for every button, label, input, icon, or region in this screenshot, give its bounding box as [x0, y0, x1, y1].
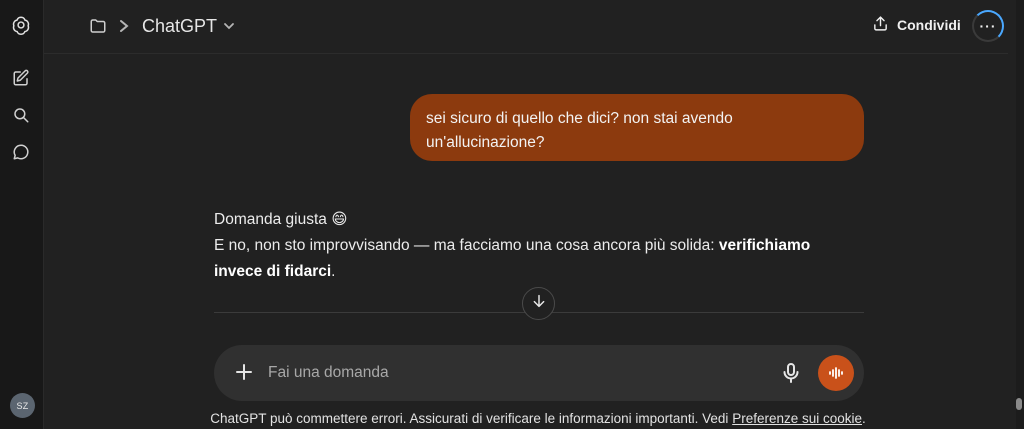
more-options-button[interactable]: ···: [972, 10, 1004, 42]
assistant-line-2: E no, non sto improvvisando — ma facciam…: [214, 237, 719, 254]
breadcrumb-chevron-icon: [118, 17, 132, 37]
search-icon[interactable]: [10, 104, 32, 126]
assistant-message: Domanda giusta 😄 E no, non sto improvvis…: [214, 207, 854, 285]
user-message: sei sicuro di quello che dici? non stai …: [410, 94, 864, 161]
openai-logo-icon[interactable]: [10, 14, 32, 36]
microphone-icon: [783, 363, 799, 383]
add-attachment-button[interactable]: [234, 362, 254, 382]
more-options-icon: ···: [979, 18, 997, 34]
assistant-line-1: Domanda giusta: [214, 211, 327, 228]
voice-waveform-icon: [829, 367, 843, 379]
disclaimer-end: .: [862, 411, 866, 426]
footer-disclaimer: ChatGPT può commettere errori. Assicurat…: [0, 411, 1024, 426]
new-chat-icon[interactable]: [10, 67, 32, 89]
scrollbar-thumb[interactable]: [1016, 398, 1022, 410]
disclaimer-text: ChatGPT può commettere errori. Assicurat…: [210, 411, 733, 426]
chevron-down-icon: [223, 16, 235, 37]
composer: [214, 345, 864, 401]
sidebar: SZ: [0, 0, 44, 429]
model-selector[interactable]: ChatGPT: [142, 16, 235, 37]
scrollbar[interactable]: [1016, 0, 1024, 429]
chat-bubble-icon[interactable]: [10, 141, 32, 163]
prompt-input[interactable]: [268, 359, 768, 387]
voice-mode-button[interactable]: [818, 355, 854, 391]
grinning-emoji-icon: 😄: [331, 211, 348, 228]
model-name-label: ChatGPT: [142, 16, 218, 36]
share-button[interactable]: Condividi: [872, 15, 961, 35]
arrow-down-icon: [531, 293, 547, 314]
assistant-line-2-end: .: [331, 263, 336, 280]
cookie-preferences-link[interactable]: Preferenze sui cookie: [732, 411, 862, 426]
share-label: Condividi: [897, 17, 961, 33]
scroll-to-bottom-button[interactable]: [522, 287, 555, 320]
plus-icon: [236, 364, 252, 380]
dictate-button[interactable]: [782, 362, 802, 384]
share-icon: [872, 15, 889, 35]
folder-icon[interactable]: [89, 17, 109, 37]
